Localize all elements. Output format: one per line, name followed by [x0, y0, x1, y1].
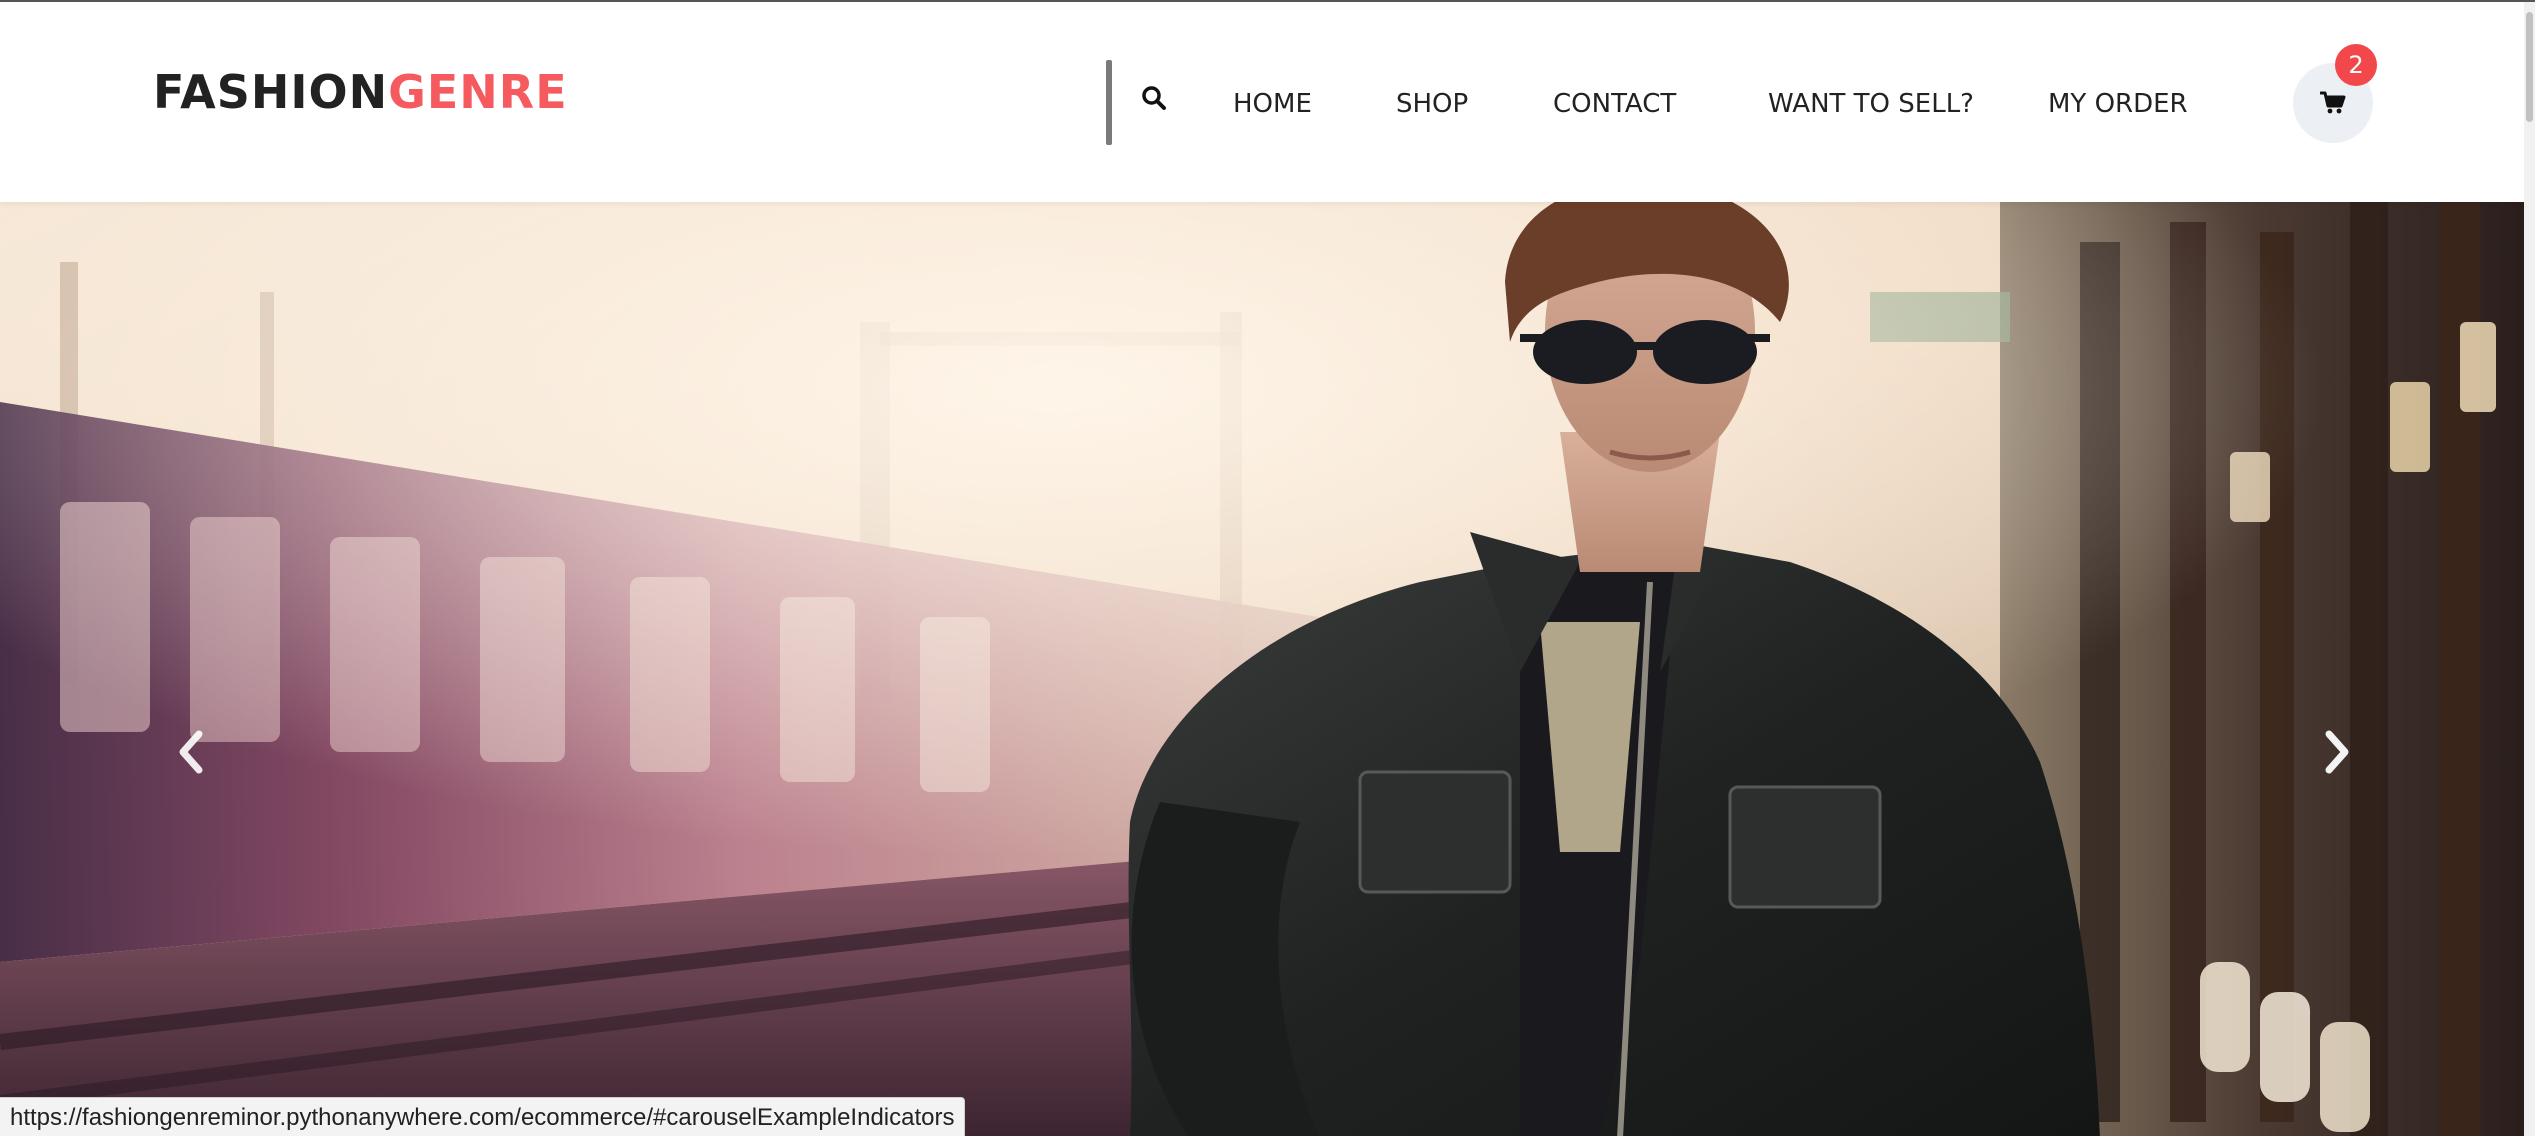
site-header: FASHIONGENRE HOME SHOP CONTACT WANT TO S…: [0, 2, 2524, 202]
page: FASHIONGENRE HOME SHOP CONTACT WANT TO S…: [0, 0, 2535, 1136]
carousel-next-button[interactable]: [2308, 712, 2368, 792]
search-button[interactable]: [1132, 76, 1176, 120]
nav-home[interactable]: HOME: [1233, 84, 1312, 124]
search-icon: [1142, 86, 1166, 110]
search-divider: [1106, 60, 1112, 145]
nav-my-order[interactable]: MY ORDER: [2048, 84, 2188, 124]
logo-text-accent: GENRE: [388, 65, 568, 119]
chevron-right-icon: [2325, 730, 2349, 774]
page-scrollbar[interactable]: [2524, 2, 2535, 1136]
logo-text-primary: FASHION: [153, 65, 389, 119]
nav-contact[interactable]: CONTACT: [1553, 84, 1676, 124]
hero-carousel: [0, 202, 2524, 1136]
carousel-prev-button[interactable]: [160, 712, 220, 792]
hero-image: [0, 202, 2524, 1136]
site-logo[interactable]: FASHIONGENRE: [153, 69, 568, 115]
scrollbar-thumb[interactable]: [2526, 12, 2533, 122]
chevron-left-icon: [179, 730, 203, 774]
cart-count-badge: 2: [2335, 44, 2377, 86]
nav-want-to-sell[interactable]: WANT TO SELL?: [1768, 84, 1974, 124]
nav-shop[interactable]: SHOP: [1396, 84, 1468, 124]
browser-status-url: https://fashiongenreminor.pythonanywhere…: [0, 1097, 966, 1136]
shopping-cart-icon: [2320, 91, 2346, 114]
